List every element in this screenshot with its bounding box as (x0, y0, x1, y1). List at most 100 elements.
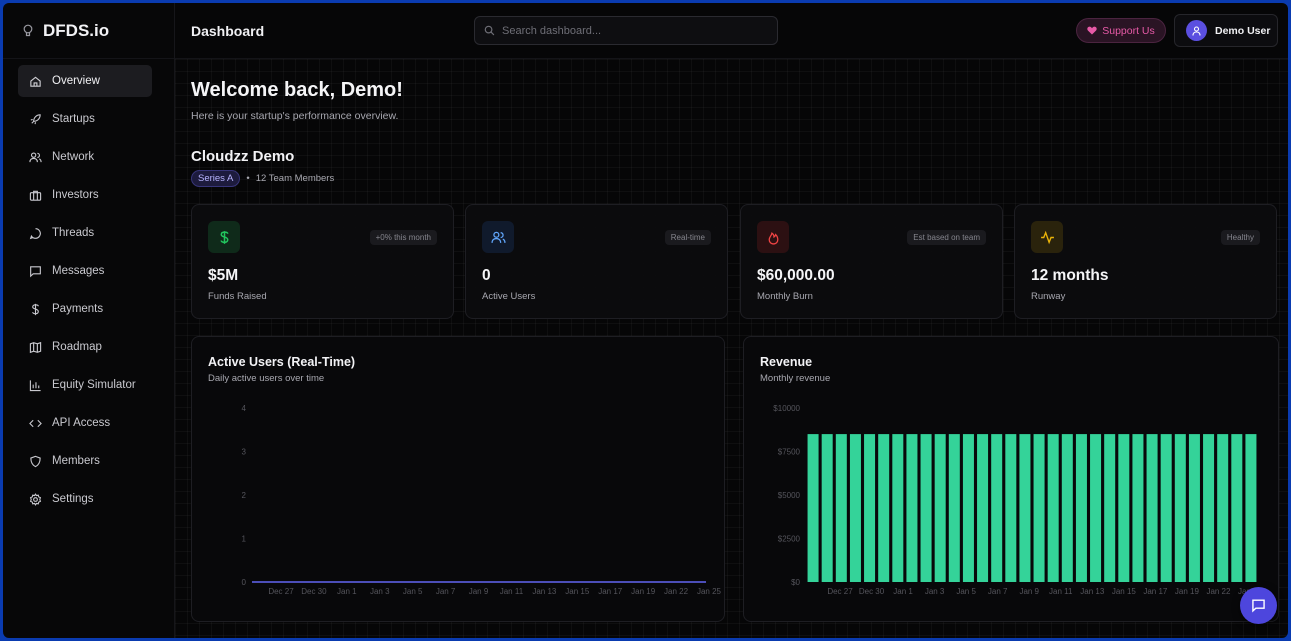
user-menu-button[interactable]: Demo User (1174, 14, 1278, 47)
sidebar-item-label: Equity Simulator (52, 379, 136, 391)
y-tick-label: $2500 (778, 535, 801, 544)
avatar (1186, 20, 1207, 41)
x-tick-label: Jan 22 (664, 587, 689, 596)
bar-chart-icon (29, 379, 41, 391)
welcome-subtitle: Here is your startup's performance overv… (191, 110, 399, 122)
sidebar-item-settings[interactable]: Settings (18, 483, 152, 515)
series-badge: Series A (191, 170, 241, 187)
y-tick-label: $0 (791, 578, 800, 587)
revenue-bar (849, 434, 861, 582)
sidebar-item-label: API Access (52, 417, 111, 429)
x-tick-label: Jan 15 (1112, 587, 1137, 596)
support-button[interactable]: Support Us (1076, 18, 1166, 43)
sidebar-item-overview[interactable]: Overview (18, 65, 152, 97)
stat-card-active-users: Real-time 0 Active Users (465, 204, 728, 319)
company-meta: Series A • 12 Team Members (191, 170, 334, 187)
stat-card-runway: Healthy 12 months Runway (1014, 204, 1277, 319)
active-users-chart: Active Users (Real-Time) Daily active us… (191, 336, 725, 622)
sidebar-item-label: Overview (52, 75, 100, 87)
sidebar-item-messages[interactable]: Messages (18, 255, 152, 287)
x-tick-label: Jan 7 (436, 587, 456, 596)
team-count: 12 Team Members (255, 173, 335, 184)
revenue-bar (864, 434, 876, 582)
search-icon (484, 25, 495, 36)
flame-icon (768, 231, 778, 245)
y-tick-label: $10000 (773, 404, 800, 413)
x-tick-label: Jan 13 (532, 587, 557, 596)
x-tick-label: Dec 30 (859, 587, 885, 596)
sidebar-item-investors[interactable]: Investors (18, 179, 152, 211)
heart-icon (1087, 26, 1097, 35)
sidebar-item-roadmap[interactable]: Roadmap (18, 331, 152, 363)
lightbulb-icon (23, 24, 33, 36)
revenue-bar (920, 434, 932, 582)
welcome-heading: Welcome back, Demo! (191, 79, 403, 101)
activity-icon (1040, 230, 1054, 244)
x-tick-label: Jan 3 (370, 587, 390, 596)
y-tick-label: 3 (242, 448, 247, 457)
users-icon (29, 151, 42, 162)
sidebar-item-network[interactable]: Network (18, 141, 152, 173)
card-label: Active Users (482, 291, 536, 302)
x-tick-label: Jan 7 (988, 587, 1008, 596)
revenue-bar (962, 434, 974, 582)
revenue-bar (1005, 434, 1017, 582)
revenue-bar (1203, 434, 1215, 582)
stat-card-funds-raised: +0% this month $5M Funds Raised (191, 204, 454, 319)
revenue-bar (948, 434, 960, 582)
revenue-bar (1118, 434, 1130, 582)
x-tick-label: Dec 27 (268, 587, 294, 596)
chat-icon (1252, 599, 1265, 613)
sidebar-item-payments[interactable]: Payments (18, 293, 152, 325)
revenue-bar (906, 434, 918, 582)
revenue-plot: $0 $2500 $5000 $7500 $10000 Dec 27 Dec 30 Jan 1… (773, 404, 1262, 596)
x-tick-label: Jan 9 (1019, 587, 1039, 596)
revenue-bar (1090, 434, 1102, 582)
sidebar-item-members[interactable]: Members (18, 445, 152, 477)
x-tick-label: Jan 19 (1175, 587, 1200, 596)
user-name: Demo User (1215, 24, 1271, 37)
dollar-icon (220, 230, 228, 244)
x-tick-label: Dec 27 (827, 587, 853, 596)
card-tag: Real-time (664, 230, 711, 245)
revenue-bar (835, 434, 847, 582)
y-tick-label: 1 (242, 535, 247, 544)
revenue-bar (1047, 434, 1059, 582)
search-box[interactable] (474, 16, 778, 45)
revenue-bar (878, 434, 890, 582)
x-tick-label: Jan 15 (565, 587, 590, 596)
revenue-bar (821, 434, 833, 582)
search-input[interactable] (502, 24, 752, 37)
meta-separator: • (246, 173, 250, 184)
sidebar-item-threads[interactable]: Threads (18, 217, 152, 249)
revenue-bar (1019, 434, 1031, 582)
sidebar-item-startups[interactable]: Startups (18, 103, 152, 135)
sidebar-item-label: Settings (52, 493, 94, 505)
revenue-bar (1245, 434, 1257, 582)
y-tick-label: 4 (242, 404, 247, 413)
message-square-icon (30, 265, 41, 277)
revenue-bar (1061, 434, 1073, 582)
x-tick-label: Jan 5 (956, 587, 976, 596)
chat-button[interactable] (1240, 587, 1277, 624)
revenue-bar (934, 434, 946, 582)
briefcase-icon (29, 190, 42, 201)
sidebar-item-label: Threads (52, 227, 95, 239)
page-title: Dashboard (191, 23, 265, 39)
x-tick-label: Jan 19 (631, 587, 656, 596)
revenue-bar (1033, 434, 1045, 582)
y-tick-label: $7500 (778, 448, 801, 457)
sidebar-item-api-access[interactable]: API Access (18, 407, 152, 439)
gear-icon (29, 492, 42, 506)
x-tick-label: Jan 1 (893, 587, 913, 596)
brand[interactable]: DFDS.io (3, 3, 174, 59)
support-label: Support Us (1102, 24, 1155, 37)
card-value: 12 months (1031, 267, 1109, 284)
x-tick-label: Jan 5 (403, 587, 423, 596)
card-tag: Est based on team (907, 230, 986, 245)
sidebar-item-equity-simulator[interactable]: Equity Simulator (18, 369, 152, 401)
dollar-icon (32, 303, 39, 315)
users-icon (490, 231, 506, 243)
chat-bubble-icon (29, 227, 41, 239)
sidebar-item-label: Network (52, 151, 95, 163)
